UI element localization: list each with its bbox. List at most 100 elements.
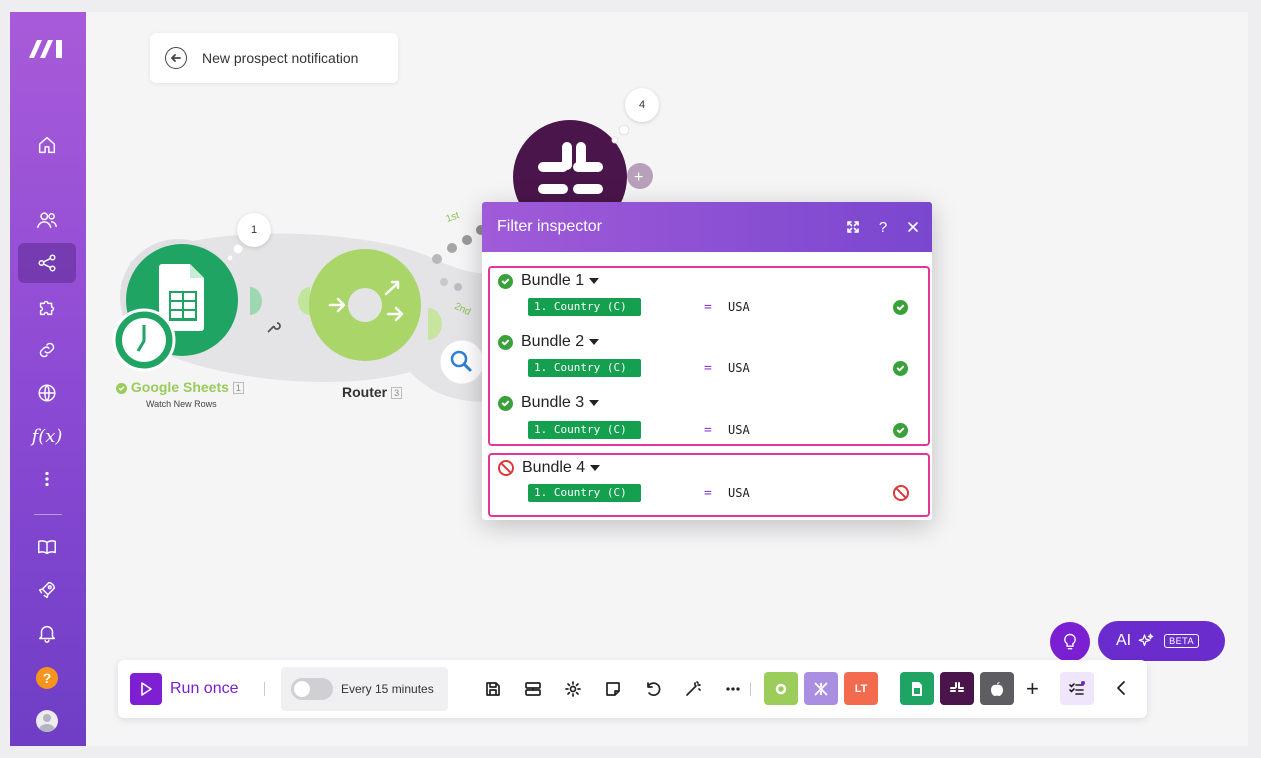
svg-text:+: + — [634, 169, 643, 186]
more-vertical-icon — [45, 471, 49, 487]
router-label: Router 3 — [342, 384, 403, 400]
operations-bubble[interactable]: 1 — [237, 213, 271, 247]
sidebar-item-connections[interactable] — [18, 330, 76, 370]
text-parser-app-tile[interactable]: LT — [844, 672, 878, 705]
failing-bundles-group: Bundle 4 1. Country (C) = USA — [488, 453, 930, 517]
gear-icon[interactable] — [561, 677, 585, 701]
sidebar-item-more[interactable] — [18, 459, 76, 499]
operator: = — [704, 360, 712, 376]
flow-list-button[interactable] — [1060, 672, 1094, 705]
make-logo-icon[interactable] — [27, 34, 67, 62]
apple-app-tile[interactable] — [980, 672, 1014, 705]
blocked-icon — [498, 460, 514, 476]
module-id-tag: 1 — [232, 382, 244, 395]
filter-inspector-panel: Filter inspector ? Bundle 1 1. Country (… — [482, 202, 932, 520]
check-circle-icon — [498, 273, 513, 289]
filter-search-icon — [439, 339, 485, 385]
flow-control-icon — [814, 681, 828, 696]
sidebar-item-home[interactable] — [18, 125, 76, 165]
sidebar-item-help[interactable]: ? — [18, 658, 76, 698]
sidebar-item-whats-new[interactable] — [18, 570, 76, 610]
google-sheets-sublabel: Watch New Rows — [146, 399, 217, 409]
sheets-icon — [912, 681, 922, 696]
google-sheets-label: Google Sheets 1 — [116, 379, 244, 395]
bell-icon — [38, 625, 56, 643]
book-icon — [38, 540, 56, 555]
schedule-toggle[interactable] — [291, 678, 333, 700]
check-circle-icon — [498, 395, 513, 411]
sidebar-item-webhooks[interactable] — [18, 373, 76, 413]
share-nodes-icon — [38, 254, 56, 272]
scenario-title[interactable]: New prospect notification — [202, 50, 358, 66]
hints-button[interactable] — [1050, 622, 1090, 662]
ai-assistant-button[interactable]: AI BETA — [1098, 621, 1225, 661]
filter-condition: 1. Country (C) = USA — [528, 421, 932, 439]
sidebar-item-profile[interactable] — [18, 701, 76, 741]
sidebar-item-scenarios[interactable] — [18, 243, 76, 283]
slack-app-tile[interactable] — [940, 672, 974, 705]
bottom-toolbar: Run once Every 15 minutes LT + — [118, 660, 1147, 718]
apple-icon — [991, 681, 1003, 696]
caret-down-icon — [589, 400, 600, 406]
google-sheets-app-tile[interactable] — [900, 672, 934, 705]
sidebar-item-functions[interactable]: f(x) — [18, 416, 76, 456]
schedule-label[interactable]: Every 15 minutes — [341, 682, 434, 696]
scheduling-icon[interactable] — [521, 677, 545, 701]
magic-wand-icon[interactable] — [681, 677, 705, 701]
save-icon[interactable] — [481, 677, 505, 701]
check-circle-icon — [893, 422, 908, 438]
operator: = — [704, 485, 712, 501]
check-circle-icon — [893, 299, 908, 315]
flow-control-app-tile[interactable] — [804, 672, 838, 705]
inspector-header[interactable]: Filter inspector ? — [482, 202, 932, 252]
expand-icon[interactable] — [838, 220, 868, 234]
sidebar-item-docs[interactable] — [18, 527, 76, 567]
bundle-header[interactable]: Bundle 4 — [498, 457, 601, 479]
close-icon[interactable] — [898, 220, 928, 234]
avatar — [36, 710, 58, 732]
inspector-title: Filter inspector — [497, 218, 602, 235]
help-button[interactable]: ? — [868, 219, 898, 236]
add-module-button[interactable]: + — [1026, 676, 1039, 702]
sidebar-item-templates[interactable] — [18, 287, 76, 327]
route-dot — [454, 283, 462, 291]
sparkles-icon — [1138, 633, 1154, 647]
undo-icon[interactable] — [641, 677, 665, 701]
lightbulb-icon — [1064, 633, 1076, 650]
field-pill: 1. Country (C) — [528, 421, 641, 439]
route-dot — [462, 235, 472, 245]
home-icon — [38, 136, 56, 154]
run-once-button[interactable] — [130, 673, 162, 705]
caret-down-icon — [589, 339, 600, 345]
link-icon — [39, 342, 55, 358]
sidebar-item-team[interactable] — [18, 200, 76, 240]
blocked-icon — [893, 485, 909, 501]
sidebar-item-notifications[interactable] — [18, 613, 76, 653]
bundle-header[interactable]: Bundle 1 — [498, 270, 600, 292]
bundle-header[interactable]: Bundle 3 — [498, 392, 600, 414]
route-dot — [440, 278, 448, 286]
sidebar-divider — [34, 514, 62, 515]
compare-value: USA — [728, 486, 750, 500]
check-icon — [116, 382, 127, 394]
puzzle-icon — [39, 300, 55, 316]
field-pill: 1. Country (C) — [528, 359, 641, 377]
globe-icon — [38, 384, 56, 402]
filter-condition: 1. Country (C) = USA — [528, 298, 932, 316]
operator: = — [704, 422, 712, 438]
chevron-left-icon[interactable] — [1113, 679, 1131, 702]
app-frame: + 1 4 1st 2nd Google Sheets 1 Watch New … — [10, 12, 1248, 746]
filter-condition: 1. Country (C) = USA — [528, 359, 932, 377]
caret-down-icon — [590, 465, 601, 471]
bundle-header[interactable]: Bundle 2 — [498, 331, 600, 353]
field-pill: 1. Country (C) — [528, 298, 641, 316]
users-icon — [37, 212, 57, 229]
play-icon — [141, 682, 152, 696]
tools-app-tile[interactable] — [764, 672, 798, 705]
run-once-label[interactable]: Run once — [170, 680, 239, 698]
more-horizontal-icon[interactable] — [721, 677, 745, 701]
note-icon[interactable] — [601, 677, 625, 701]
operations-bubble[interactable]: 4 — [625, 88, 659, 122]
checklist-icon — [1069, 680, 1085, 695]
back-arrow-icon[interactable] — [165, 47, 187, 69]
